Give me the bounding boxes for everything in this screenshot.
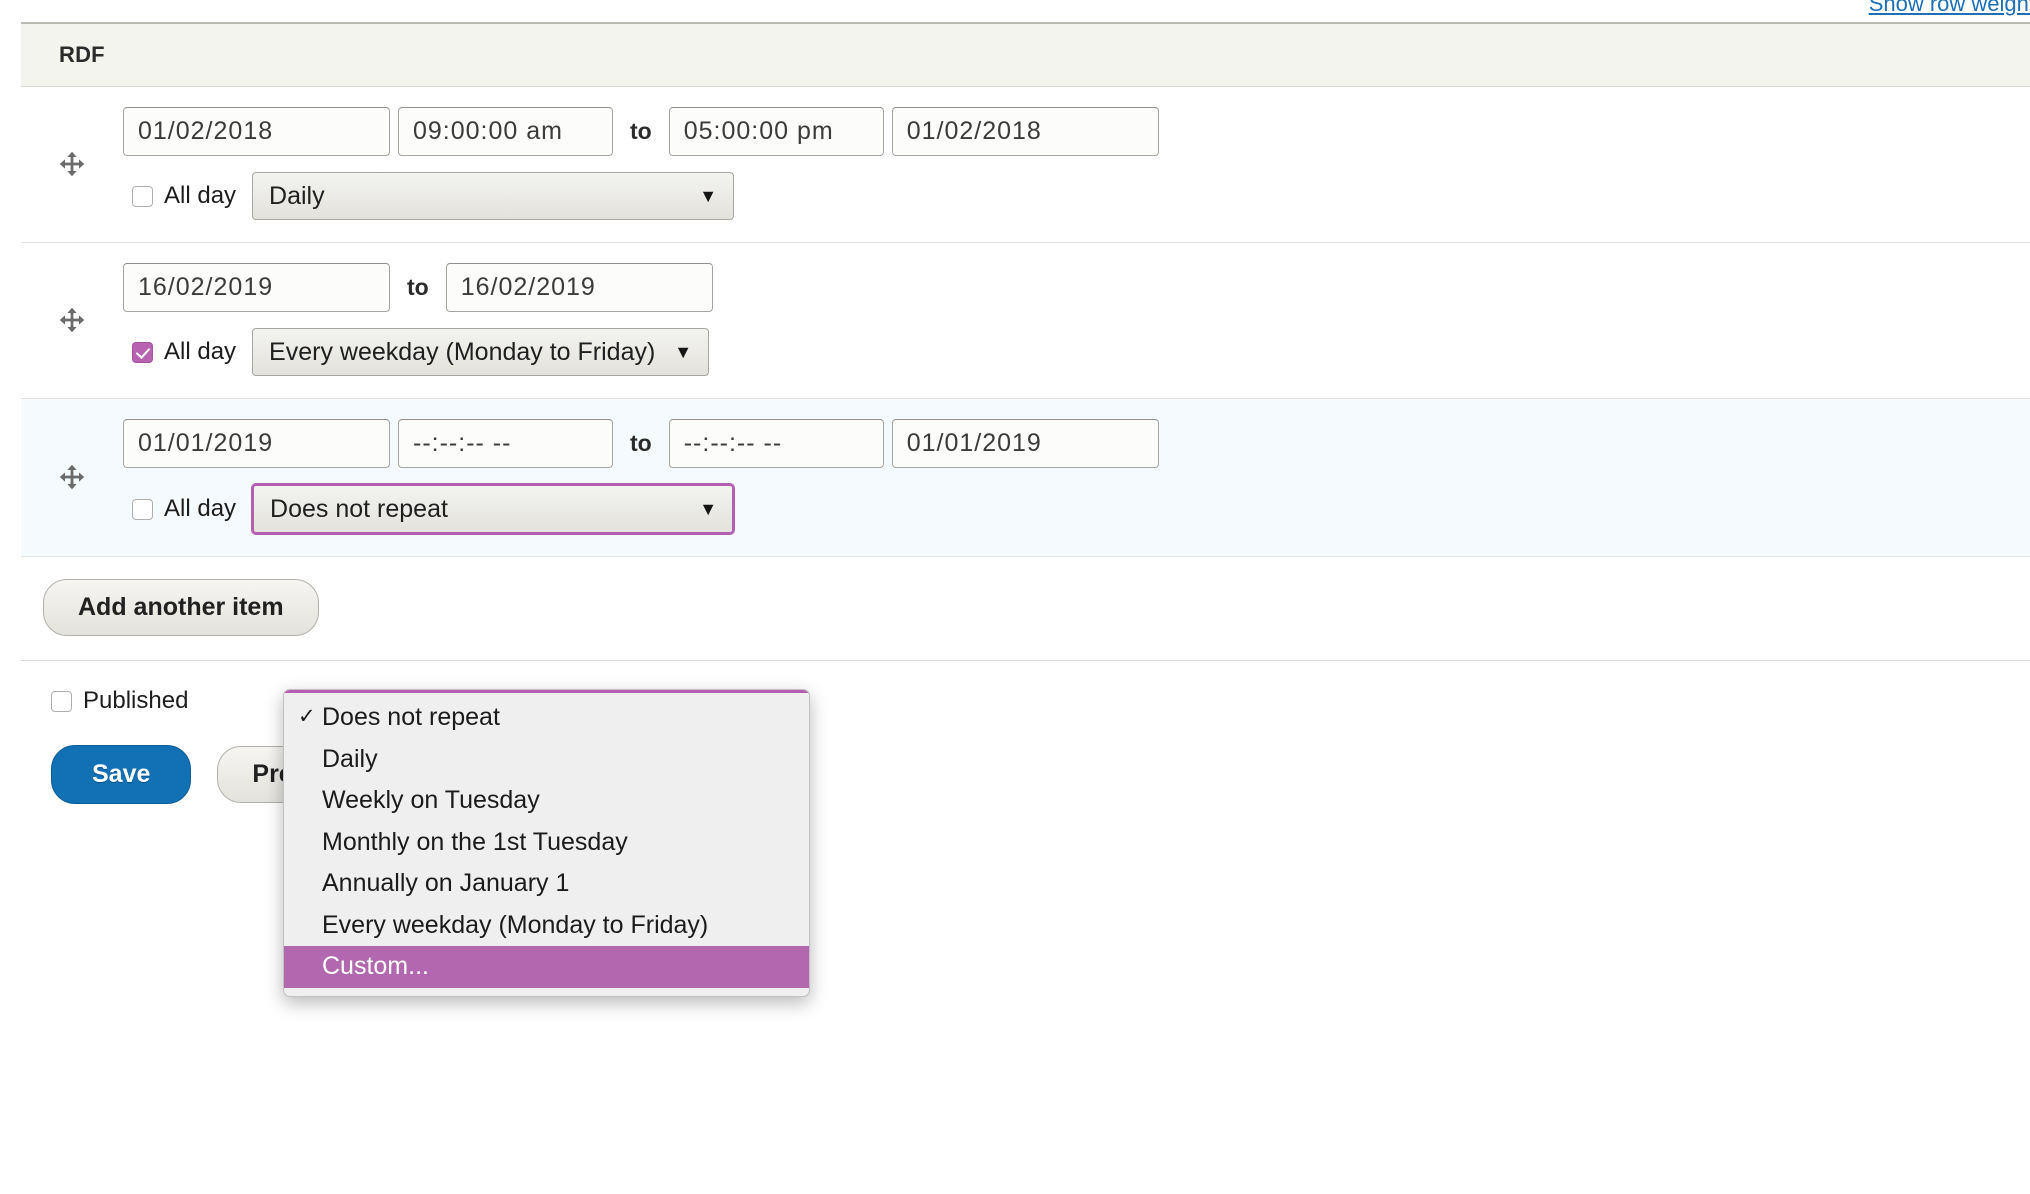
all-day-label[interactable]: All day (164, 338, 236, 366)
drag-handle-cell[interactable] (21, 263, 123, 376)
menu-item-label: Weekly on Tuesday (322, 786, 540, 814)
all-day-group[interactable]: All day (132, 495, 236, 523)
start-date-input[interactable] (123, 107, 390, 156)
fieldset-header: RDF (21, 24, 2030, 87)
to-label: to (630, 430, 652, 456)
repeat-select-wrap[interactable]: Daily ▼ (252, 172, 735, 220)
end-time-input[interactable] (668, 419, 884, 468)
table-row: to All day Daily ▼ (21, 87, 2030, 243)
end-time-input[interactable] (668, 107, 884, 156)
start-time-input[interactable] (398, 107, 613, 156)
menu-item-label: Does not repeat (322, 703, 500, 731)
published-checkbox[interactable] (51, 690, 72, 712)
menu-item[interactable]: Custom... (284, 946, 809, 988)
all-day-group[interactable]: All day (132, 182, 236, 210)
all-day-group[interactable]: All day (132, 338, 236, 366)
start-date-input[interactable] (123, 419, 390, 468)
repeat-select[interactable]: Daily (252, 172, 735, 220)
menu-item-label: Monthly on the 1st Tuesday (322, 827, 628, 856)
repeat-dropdown-menu[interactable]: ✓ Does not repeat Daily Weekly on Tuesda… (283, 689, 810, 997)
row-fields: to All day Does not repeat ▼ (123, 419, 2030, 534)
save-button[interactable]: Save (51, 745, 192, 804)
check-icon: ✓ (298, 705, 316, 729)
published-label[interactable]: Published (83, 687, 188, 715)
move-cross-icon[interactable] (58, 306, 86, 334)
move-cross-icon[interactable] (58, 150, 86, 178)
table-row: to All day Does not repeat ▼ (21, 399, 2030, 557)
rdf-field-wrapper: RDF to (21, 22, 2030, 804)
menu-item[interactable]: Monthly on the 1st Tuesday (284, 822, 809, 864)
repeat-select[interactable]: Does not repeat (252, 484, 735, 534)
menu-item-label: Every weekday (Monday to Friday) (322, 910, 709, 939)
fieldset-legend: RDF (59, 42, 105, 67)
menu-item-label: Custom... (322, 952, 429, 980)
repeat-select-wrap[interactable]: Does not repeat ▼ (252, 484, 735, 534)
end-date-input[interactable] (445, 263, 713, 312)
end-date-input[interactable] (891, 419, 1159, 468)
menu-item[interactable]: Daily (284, 739, 809, 781)
row-fields: to All day Daily ▼ (123, 107, 2030, 220)
show-row-weights-link[interactable]: Show row weights (1869, 0, 2030, 17)
repeat-select-wrap[interactable]: Every weekday (Monday to Friday) ▼ (252, 328, 710, 376)
move-cross-icon[interactable] (58, 463, 86, 491)
menu-item-label: Daily (322, 744, 378, 773)
all-day-checkbox[interactable] (132, 498, 153, 520)
add-another-item-button[interactable]: Add another item (43, 579, 319, 636)
menu-item-label: Annually on January 1 (322, 869, 570, 897)
repeat-select[interactable]: Every weekday (Monday to Friday) (252, 328, 710, 376)
menu-item[interactable]: Weekly on Tuesday (284, 780, 809, 822)
page-root: Show row weights RDF to (0, 0, 2030, 1194)
to-label: to (630, 118, 652, 144)
all-day-label[interactable]: All day (164, 495, 236, 523)
drag-handle-cell[interactable] (21, 107, 123, 220)
field-actions: Add another item (21, 557, 2030, 660)
menu-item[interactable]: Annually on January 1 (284, 863, 809, 905)
drag-handle-cell[interactable] (21, 419, 123, 534)
start-time-input[interactable] (398, 419, 613, 468)
to-label: to (407, 274, 429, 300)
all-day-checkbox[interactable] (132, 341, 153, 363)
all-day-checkbox[interactable] (132, 185, 153, 207)
menu-item[interactable]: ✓ Does not repeat (284, 697, 809, 739)
start-date-input[interactable] (123, 263, 390, 312)
row-fields: to All day Every weekday (Monday to Frid… (123, 263, 2030, 376)
table-row: to All day Every weekday (Monday to Frid… (21, 243, 2030, 399)
menu-item[interactable]: Every weekday (Monday to Friday) (284, 905, 809, 947)
end-date-input[interactable] (891, 107, 1159, 156)
all-day-label[interactable]: All day (164, 182, 236, 210)
